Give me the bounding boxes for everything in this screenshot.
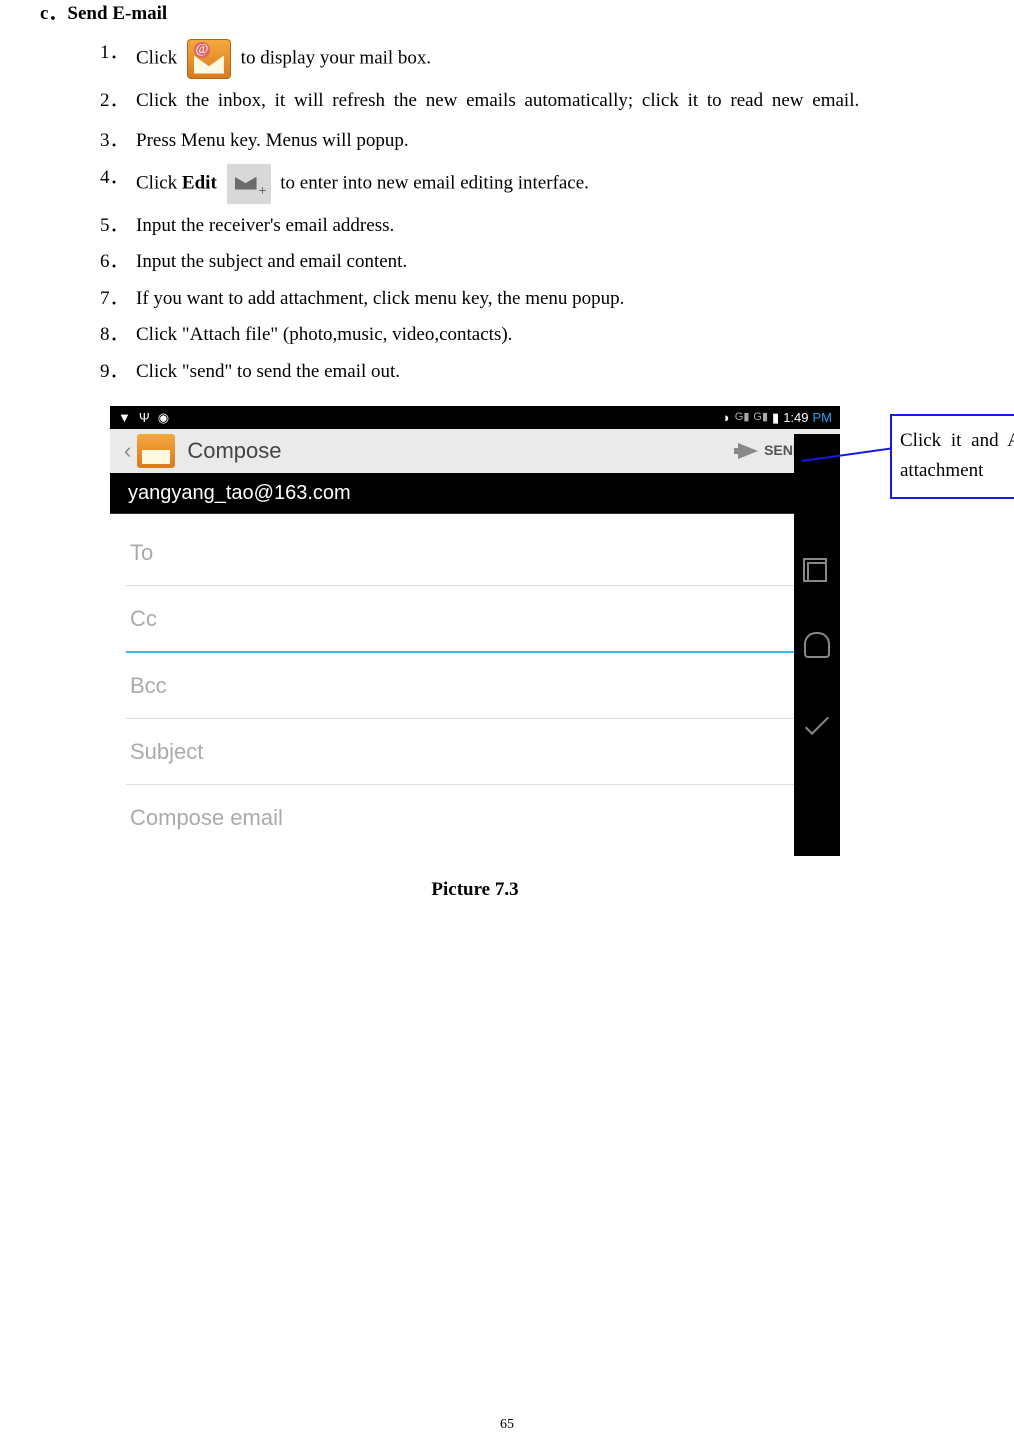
clock-pm: PM	[813, 408, 833, 428]
step-5: 5． Input the receiver's email address.	[100, 212, 914, 241]
step-number: 9．	[100, 358, 136, 387]
step-text: If you want to add attachment, click men…	[136, 285, 914, 314]
nav-panel	[794, 434, 840, 856]
step-number: 2．	[100, 87, 136, 116]
step-number: 4．	[100, 164, 136, 193]
mail-app-icon	[187, 39, 231, 79]
step-number: 7．	[100, 285, 136, 314]
step-text: Input the subject and email content.	[136, 248, 914, 277]
step-text: Input the receiver's email address.	[136, 212, 914, 241]
compose-fields: To Cc Bcc Subject Compose email	[110, 514, 840, 856]
step-text: Click "Attach file" (photo,music, video,…	[136, 321, 914, 350]
nav-back-button[interactable]	[805, 711, 829, 735]
step-number: 3．	[100, 127, 136, 156]
wifi-icon: ◗	[723, 408, 731, 428]
signal-1: G▮	[735, 409, 750, 426]
step-text: Click to display your mail box.	[136, 39, 914, 79]
to-field[interactable]: To	[126, 520, 824, 586]
step-text: Press Menu key. Menus will popup.	[136, 127, 914, 156]
status-right: ◗ G▮ G▮ ▮ 1:49 PM	[723, 408, 832, 428]
android-icon: ◉	[158, 408, 169, 428]
step-text: Click "send" to send the email out.	[136, 358, 914, 387]
section-title: c．Send E-mail	[40, 0, 914, 29]
bcc-field[interactable]: Bcc	[126, 653, 824, 719]
step-number: 6．	[100, 248, 136, 277]
step-4: 4． Click Edit to enter into new email ed…	[100, 164, 914, 204]
clock-time: 1:49	[783, 408, 808, 428]
compose-title: Compose	[187, 434, 738, 467]
step-text: Click the inbox, it will refresh the new…	[136, 87, 914, 116]
status-left: ▼ Ψ ◉	[118, 408, 169, 428]
step-number: 1．	[100, 39, 136, 68]
status-bar: ▼ Ψ ◉ ◗ G▮ G▮ ▮ 1:49 PM	[110, 406, 840, 429]
nav-home-button[interactable]	[804, 642, 830, 658]
steps-list: 1． Click to display your mail box. 2． Cl…	[40, 39, 914, 387]
step-7: 7． If you want to add attachment, click …	[100, 285, 914, 314]
signal-2: G▮	[753, 409, 768, 426]
screenshot-figure: ▼ Ψ ◉ ◗ G▮ G▮ ▮ 1:49 PM ‹ Compose	[110, 406, 850, 856]
step-9: 9． Click "send" to send the email out.	[100, 358, 914, 387]
send-icon	[738, 443, 758, 459]
cc-field[interactable]: Cc	[126, 586, 824, 653]
step-number: 5．	[100, 212, 136, 241]
from-field[interactable]: yangyang_tao@163.com	[110, 473, 840, 514]
step-number: 8．	[100, 321, 136, 350]
step-3: 3． Press Menu key. Menus will popup.	[100, 127, 914, 156]
notification-icon: ▼	[118, 408, 131, 428]
step-2: 2． Click the inbox, it will refresh the …	[100, 87, 914, 116]
app-bar: ‹ Compose SEND	[110, 429, 840, 474]
step-8: 8． Click "Attach file" (photo,music, vid…	[100, 321, 914, 350]
battery-icon: ▮	[772, 408, 779, 428]
step-6: 6． Input the subject and email content.	[100, 248, 914, 277]
page-number: 65	[0, 1414, 1014, 1435]
step-1: 1． Click to display your mail box.	[100, 39, 914, 79]
figure-caption: Picture 7.3	[110, 876, 840, 905]
body-field[interactable]: Compose email	[126, 785, 824, 850]
callout-box: Click it and Add attachment	[890, 414, 1014, 499]
subject-field[interactable]: Subject	[126, 719, 824, 785]
back-button[interactable]: ‹	[124, 434, 131, 467]
android-compose-screenshot: ▼ Ψ ◉ ◗ G▮ G▮ ▮ 1:49 PM ‹ Compose	[110, 406, 840, 856]
mail-app-icon[interactable]	[137, 434, 175, 468]
step-text: Click Edit to enter into new email editi…	[136, 164, 914, 204]
edit-compose-icon	[227, 164, 271, 204]
usb-icon: Ψ	[139, 408, 150, 428]
nav-recent-button[interactable]	[807, 562, 827, 582]
